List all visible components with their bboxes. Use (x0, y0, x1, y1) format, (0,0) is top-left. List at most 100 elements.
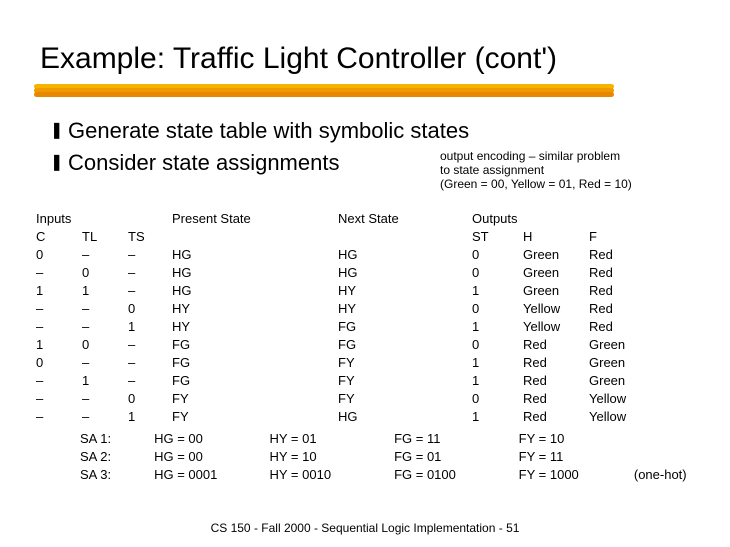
encoding-label: SA 1: (80, 430, 154, 448)
cell-c: 0 (36, 354, 82, 372)
state-table: Inputs Present State Next State Outputs … (36, 210, 655, 426)
cell-present-state: HG (172, 282, 338, 300)
table-row: –0–HGHG0GreenRed (36, 264, 655, 282)
cell-ts: – (128, 354, 172, 372)
side-note: output encoding – similar problem to sta… (440, 149, 715, 191)
cell-h: Green (523, 264, 589, 282)
cell-f: Green (589, 372, 655, 390)
cell-f: Red (589, 264, 655, 282)
cell-ts: – (128, 372, 172, 390)
encoding-fy: FY = 1000 (519, 466, 634, 484)
cell-f: Green (589, 354, 655, 372)
encoding-hy: HY = 01 (270, 430, 395, 448)
cell-h: Red (523, 390, 589, 408)
cell-next-state: FY (338, 372, 472, 390)
slide: Example: Traffic Light Controller (cont'… (0, 0, 730, 547)
encoding-hg: HG = 00 (154, 448, 269, 466)
cell-h: Yellow (523, 300, 589, 318)
cell-c: – (36, 300, 82, 318)
cell-present-state: HY (172, 318, 338, 336)
cell-f: Red (589, 282, 655, 300)
cell-tl: 0 (82, 264, 128, 282)
cell-next-state: FY (338, 354, 472, 372)
table-row: 10–FGFG0RedGreen (36, 336, 655, 354)
cell-tl: 0 (82, 336, 128, 354)
cell-st: 1 (472, 408, 523, 426)
cell-ts: – (128, 282, 172, 300)
cell-tl: – (82, 318, 128, 336)
encoding-label: SA 3: (80, 466, 154, 484)
cell-next-state: FG (338, 336, 472, 354)
bullet-icon: ❚ (50, 118, 68, 144)
col-header-c: C (36, 228, 82, 246)
table-group-row: Inputs Present State Next State Outputs (36, 210, 655, 228)
cell-tl: – (82, 354, 128, 372)
table-row: 0––FGFY1RedGreen (36, 354, 655, 372)
bullet-icon: ❚ (50, 150, 68, 176)
cell-present-state: HG (172, 264, 338, 282)
encoding-fy: FY = 10 (519, 430, 634, 448)
cell-f: Red (589, 300, 655, 318)
table-row: ––1FYHG1RedYellow (36, 408, 655, 426)
slide-title: Example: Traffic Light Controller (cont'… (40, 42, 700, 76)
cell-st: 0 (472, 336, 523, 354)
cell-h: Yellow (523, 318, 589, 336)
cell-st: 0 (472, 246, 523, 264)
cell-c: – (36, 390, 82, 408)
cell-ts: 0 (128, 300, 172, 318)
cell-tl: 1 (82, 282, 128, 300)
encoding-row: SA 3:HG = 0001HY = 0010FG = 0100FY = 100… (80, 466, 730, 484)
table-row: 0––HGHG0GreenRed (36, 246, 655, 264)
encoding-label: SA 2: (80, 448, 154, 466)
encoding-fg: FG = 0100 (394, 466, 519, 484)
cell-present-state: FG (172, 354, 338, 372)
cell-present-state: HY (172, 300, 338, 318)
encoding-onehot (634, 448, 730, 466)
cell-present-state: FG (172, 336, 338, 354)
encoding-fy: FY = 11 (519, 448, 634, 466)
cell-h: Green (523, 246, 589, 264)
cell-tl: – (82, 246, 128, 264)
col-header-ts: TS (128, 228, 172, 246)
cell-next-state: HG (338, 246, 472, 264)
title-underline (34, 84, 614, 98)
cell-c: – (36, 372, 82, 390)
cell-h: Green (523, 282, 589, 300)
state-assignment-table: SA 1:HG = 00HY = 01FG = 11FY = 10SA 2:HG… (80, 430, 730, 484)
cell-present-state: FY (172, 408, 338, 426)
group-label-next: Next State (338, 210, 472, 228)
cell-ts: – (128, 336, 172, 354)
group-label-present: Present State (172, 210, 338, 228)
table-row: ––0HYHY0YellowRed (36, 300, 655, 318)
encoding-onehot: (one-hot) (634, 466, 730, 484)
cell-ts: – (128, 246, 172, 264)
table-row: 11–HGHY1GreenRed (36, 282, 655, 300)
table-row: –1–FGFY1RedGreen (36, 372, 655, 390)
encoding-fg: FG = 11 (394, 430, 519, 448)
cell-f: Yellow (589, 408, 655, 426)
cell-c: – (36, 264, 82, 282)
bullet-text: Consider state assignments (68, 150, 339, 176)
cell-present-state: HG (172, 246, 338, 264)
encoding-hy: HY = 0010 (270, 466, 395, 484)
cell-tl: – (82, 300, 128, 318)
cell-f: Red (589, 318, 655, 336)
encoding-onehot (634, 430, 730, 448)
side-note-line: to state assignment (440, 163, 715, 177)
cell-h: Red (523, 372, 589, 390)
cell-h: Red (523, 354, 589, 372)
cell-h: Red (523, 408, 589, 426)
cell-next-state: FY (338, 390, 472, 408)
cell-ts: 1 (128, 318, 172, 336)
cell-present-state: FY (172, 390, 338, 408)
cell-next-state: HY (338, 282, 472, 300)
encoding-fg: FG = 01 (394, 448, 519, 466)
cell-st: 0 (472, 264, 523, 282)
cell-f: Yellow (589, 390, 655, 408)
col-header-tl: TL (82, 228, 128, 246)
table-row: ––0FYFY0RedYellow (36, 390, 655, 408)
cell-f: Green (589, 336, 655, 354)
bullet-text: Generate state table with symbolic state… (68, 118, 469, 144)
underline-stroke (34, 92, 614, 97)
col-header-f: F (589, 228, 655, 246)
